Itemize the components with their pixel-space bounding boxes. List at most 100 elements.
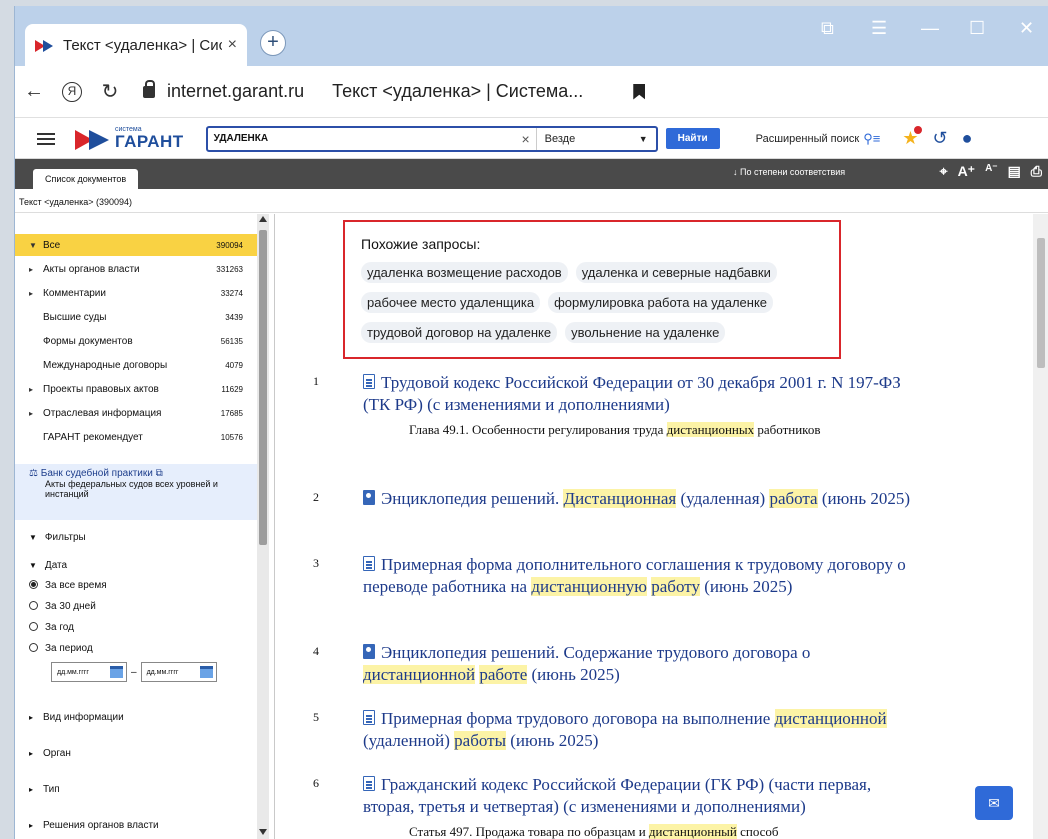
search-input[interactable]: удаленка <box>208 133 516 144</box>
minimize-icon[interactable]: — <box>921 18 939 39</box>
category-label: Формы документов <box>43 335 133 347</box>
category-item[interactable]: Высшие суды 3439 <box>15 306 257 328</box>
result-title-link[interactable]: Примерная форма дополнительного соглашен… <box>363 554 923 598</box>
hamburger-menu-icon[interactable] <box>37 130 55 148</box>
category-item[interactable]: ГАРАНТ рекомендует 10576 <box>15 426 257 448</box>
similar-query-chip[interactable]: удаленка и северные надбавки <box>575 262 777 283</box>
save-icon[interactable]: ▤ <box>1008 163 1021 180</box>
clear-search-icon[interactable]: × <box>516 131 536 147</box>
filter-info-type[interactable]: ▸ Вид информации <box>29 712 124 723</box>
scroll-thumb[interactable] <box>259 230 267 545</box>
find-button[interactable]: Найти <box>665 128 720 149</box>
tag-icon[interactable]: ⌖ <box>940 163 948 180</box>
filters-title: Фильтры <box>44 532 86 543</box>
category-item[interactable]: ▸ Отраслевая информация 17685 <box>15 402 257 424</box>
filter-decisions[interactable]: ▸ Решения органов власти <box>29 820 159 831</box>
left-scrollbar[interactable] <box>257 214 269 839</box>
date-placeholder: дд.мм.гггг <box>57 668 89 676</box>
chevron-right-icon: ▸ <box>29 713 34 722</box>
filter-group-label: Решения органов власти <box>43 820 159 831</box>
document-icon <box>363 374 375 389</box>
garant-header: система ГАРАНТ удаленка × Везде ▼ Найти … <box>15 119 1048 159</box>
title-text: (удаленная) <box>676 489 770 508</box>
category-item[interactable]: Формы документов 56135 <box>15 330 257 352</box>
chevron-down-icon: ▼ <box>638 133 648 144</box>
favorites-star-icon[interactable]: ★ <box>902 126 923 149</box>
calendar-icon[interactable] <box>199 666 213 678</box>
scroll-down-icon[interactable] <box>259 829 267 835</box>
title-highlight: дистанционной <box>363 665 476 684</box>
url-domain[interactable]: internet.garant.ru <box>167 81 304 102</box>
filters-toggle[interactable]: ▼ Фильтры <box>29 532 86 543</box>
category-count: 33274 <box>220 288 243 298</box>
result-title-link[interactable]: Трудовой кодекс Российской Федерации от … <box>363 372 923 416</box>
tabs-icon[interactable]: ⧉ <box>821 18 834 39</box>
close-window-icon[interactable]: ✕ <box>1019 18 1034 39</box>
back-icon[interactable]: ← <box>15 80 53 103</box>
similar-query-chip[interactable]: трудовой договор на удаленке <box>361 322 558 343</box>
snippet-text: Глава 49.1. Особенности регулирования тр… <box>409 422 667 437</box>
category-item[interactable]: ▼ Все 390094 <box>15 234 257 256</box>
advanced-search-label: Расширенный поиск <box>755 132 860 145</box>
font-decrease-icon[interactable]: A⁻ <box>985 163 998 180</box>
yandex-icon[interactable]: Я <box>62 81 82 102</box>
category-count: 3439 <box>225 312 243 322</box>
scroll-thumb[interactable] <box>1037 238 1045 368</box>
menu-icon[interactable]: ☰ <box>871 18 887 39</box>
date-filter-title: Дата <box>44 560 68 571</box>
advanced-search-link[interactable]: Расширенный поиск ⚲≡ <box>756 131 881 147</box>
radio-period[interactable]: За период <box>29 643 93 654</box>
tab-document-list[interactable]: Список документов <box>33 169 139 189</box>
new-tab-button[interactable]: + <box>260 30 286 56</box>
result-title-link[interactable]: Энциклопедия решений. Дистанционная (уда… <box>363 488 923 510</box>
reload-icon[interactable]: ↻ <box>91 79 129 104</box>
date-from-field[interactable]: дд.мм.гггг <box>51 662 127 682</box>
category-item[interactable]: ▸ Комментарии 33274 <box>15 282 257 304</box>
radio-year[interactable]: За год <box>29 622 74 633</box>
title-highlight: работе <box>479 665 528 684</box>
user-icon[interactable]: ● <box>962 128 973 149</box>
result-title-link[interactable]: Гражданский кодекс Российской Федерации … <box>363 774 923 818</box>
category-item[interactable]: ▸ Проекты правовых актов 11629 <box>15 378 257 400</box>
result-title-link[interactable]: Примерная форма трудового договора на вы… <box>363 708 923 752</box>
maximize-icon[interactable]: ☐ <box>969 18 985 39</box>
date-filter-toggle[interactable]: ▼ Дата <box>29 560 67 571</box>
court-practice-bank[interactable]: ⚖ Банк судебной практики ⧉ Акты федераль… <box>15 464 257 520</box>
similar-query-chip[interactable]: формулировка работа на удаленке <box>548 292 774 313</box>
right-scrollbar[interactable] <box>1033 214 1048 839</box>
sort-selector[interactable]: ↓ По степени соответствия <box>733 167 845 177</box>
date-to-field[interactable]: дд.мм.гггг <box>140 662 217 682</box>
result-snippet[interactable]: Глава 49.1. Особенности регулирования тр… <box>409 420 923 439</box>
logo-text: ГАРАНТ <box>115 132 184 151</box>
title-highlight: работы <box>454 731 506 750</box>
search-scope-select[interactable]: Везде ▼ <box>535 127 656 150</box>
result-snippet[interactable]: Статья 497. Продажа товара по образцам и… <box>409 822 923 839</box>
radio-30-days[interactable]: За 30 дней <box>29 601 96 612</box>
similar-query-chip[interactable]: увольнение на удаленке <box>565 322 726 343</box>
title-highlight: дистанционную <box>531 577 648 596</box>
category-item[interactable]: ▸ Акты органов власти 331263 <box>15 258 257 280</box>
filter-type[interactable]: ▸ Тип <box>29 784 60 795</box>
lock-icon <box>143 79 155 98</box>
scroll-up-icon[interactable] <box>259 216 267 222</box>
category-count: 390094 <box>216 240 243 250</box>
history-icon[interactable]: ↺ <box>932 128 947 149</box>
garant-logo[interactable]: система ГАРАНТ <box>75 126 184 152</box>
result-title-link[interactable]: Энциклопедия решений. Содержание трудово… <box>363 642 923 686</box>
print-icon[interactable]: ⎙ <box>1031 163 1042 180</box>
browser-tab[interactable]: Текст <удаленка> | Сис × <box>25 24 247 66</box>
similar-query-chip[interactable]: удаленка возмещение расходов <box>361 262 568 283</box>
chat-support-button[interactable]: ✉ <box>975 786 1013 820</box>
radio-all-time[interactable]: За все время <box>29 580 107 591</box>
snippet-highlight: дистанционных <box>666 422 755 437</box>
category-count: 56135 <box>220 336 243 346</box>
filter-organ[interactable]: ▸ Орган <box>29 748 71 759</box>
font-increase-icon[interactable]: A⁺ <box>958 163 976 180</box>
bookmark-icon[interactable] <box>633 83 646 100</box>
category-item[interactable]: Международные договоры 4079 <box>15 354 257 376</box>
chevron-down-icon: ▼ <box>29 533 37 542</box>
similar-query-chip[interactable]: рабочее место удаленщика <box>361 292 541 313</box>
tab-close-icon[interactable]: × <box>228 36 237 54</box>
browser-window: Текст <удаленка> | Сис × + ⧉ ☰ — ☐ ✕ ← Я… <box>14 6 1048 839</box>
calendar-icon[interactable] <box>110 666 123 678</box>
